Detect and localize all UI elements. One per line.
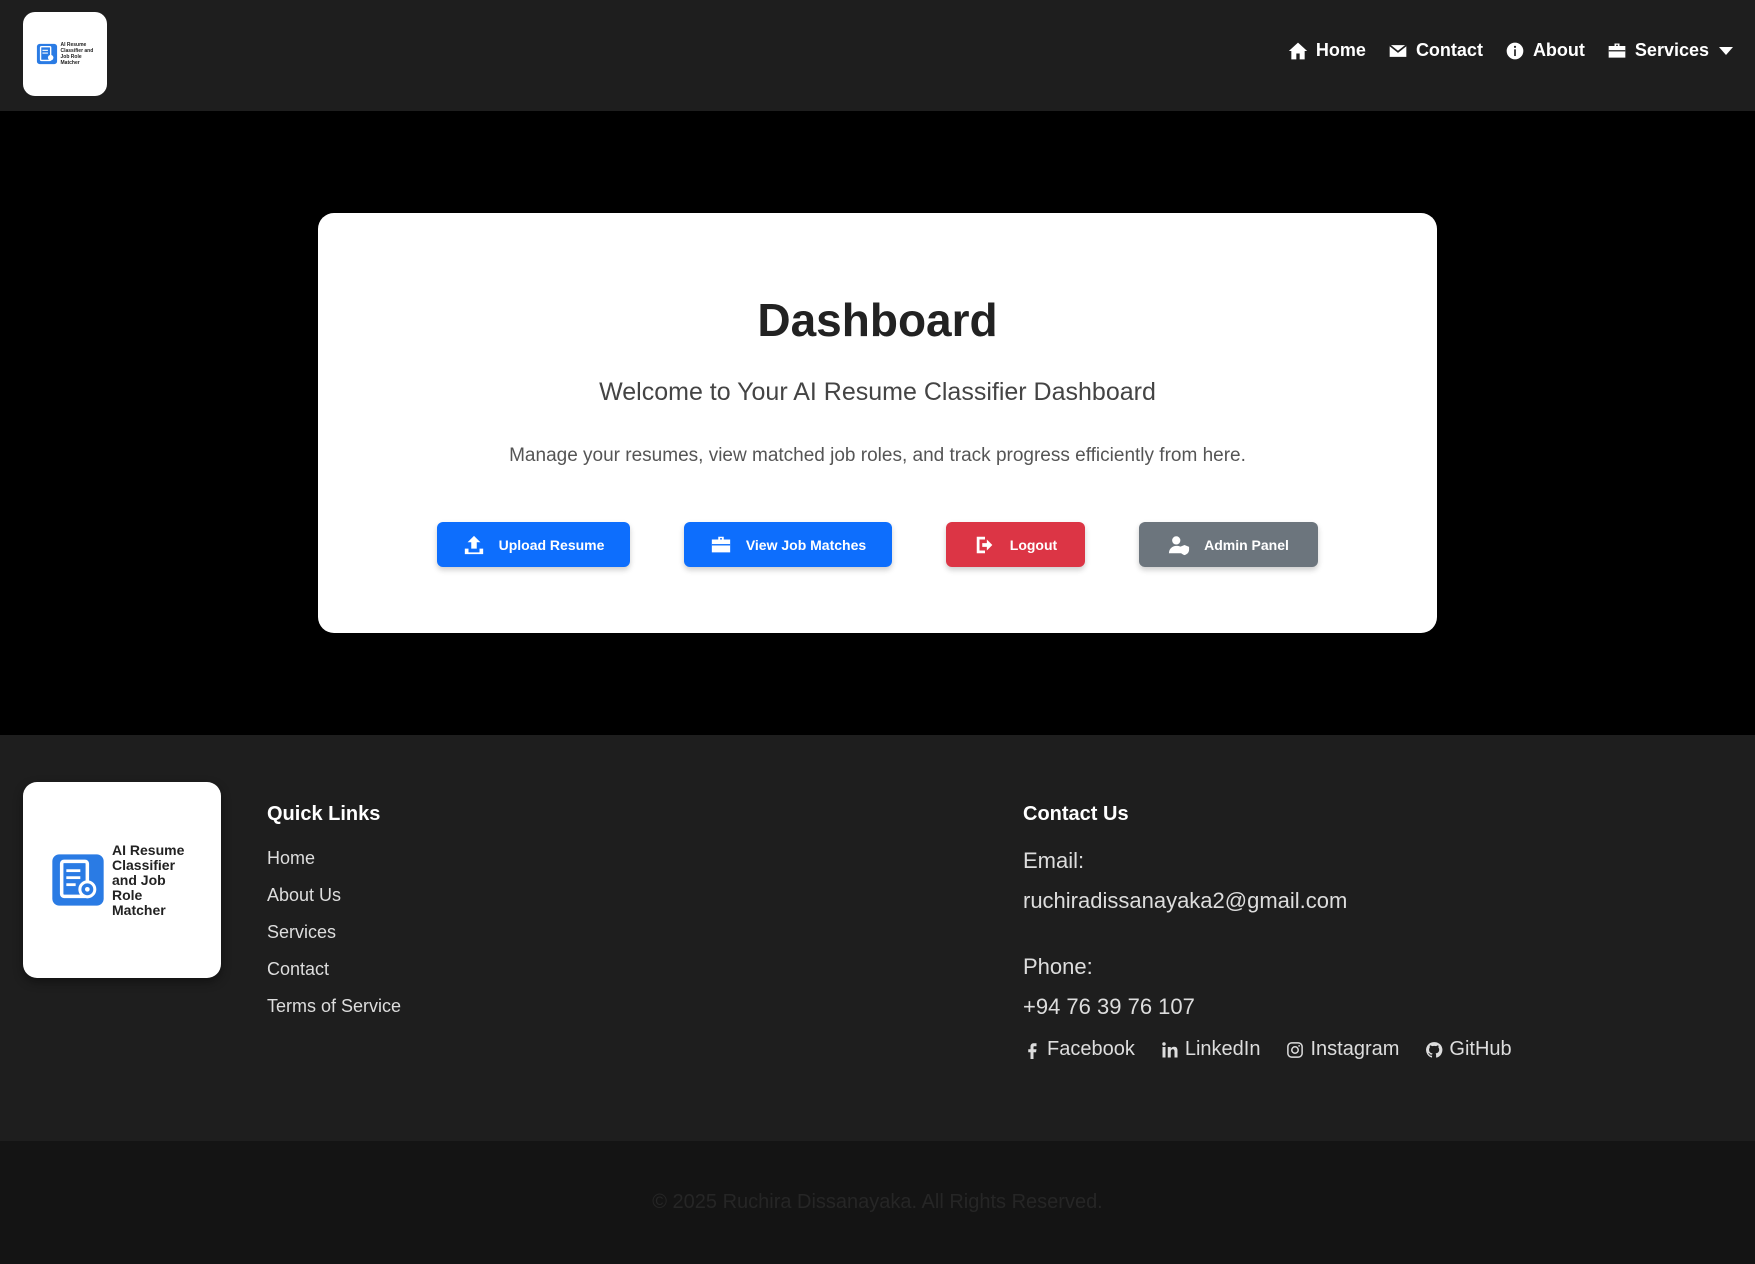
quick-link-home[interactable]: Home (267, 848, 401, 885)
nav-contact-link[interactable]: Contact (1388, 40, 1483, 61)
nav-contact-label: Contact (1415, 40, 1483, 60)
footer-logo: AI Resume Classifier and Job Role Matche… (23, 782, 221, 978)
nav-home-label: Home (1315, 40, 1366, 60)
phone-value: +94 76 39 76 107 (1023, 994, 1195, 1019)
github-label: GitHub (1449, 1038, 1512, 1060)
nav-logo[interactable]: AI Resume Classifier and Job Role Matche… (23, 12, 107, 96)
action-buttons: Upload Resume View Job Matches Logout Ad… (318, 522, 1437, 568)
phone-label: Phone: (1023, 954, 1093, 979)
quick-link-terms[interactable]: Terms of Service (267, 996, 401, 1033)
linkedin-link[interactable]: LinkedIn (1161, 1038, 1261, 1061)
dashboard-card: Dashboard Welcome to Your AI Resume Clas… (318, 213, 1437, 633)
nav-about-label: About (1532, 40, 1585, 60)
social-links: Facebook LinkedIn Instagram GitHub (1023, 1038, 1723, 1061)
instagram-link[interactable]: Instagram (1286, 1038, 1399, 1061)
user-shield-icon (1169, 535, 1190, 555)
nav-home-link[interactable]: Home (1288, 40, 1366, 61)
nav-logo-text: AI Resume Classifier and Job Role Matche… (60, 42, 94, 66)
view-job-matches-button[interactable]: View Job Matches (684, 522, 892, 567)
contact-section: Contact Us Email: ruchiradissanayaka2@gm… (1023, 803, 1723, 1061)
nav-services-dropdown[interactable]: Services (1607, 40, 1733, 61)
home-icon (1288, 42, 1308, 59)
upload-resume-button[interactable]: Upload Resume (437, 522, 630, 567)
nav-about-link[interactable]: About (1505, 40, 1585, 61)
quick-link-about[interactable]: About Us (267, 885, 401, 922)
resume-logo-icon (36, 43, 57, 65)
info-icon (1506, 42, 1524, 59)
briefcase-icon (1608, 43, 1626, 58)
resume-logo-icon (52, 854, 104, 906)
contact-title: Contact Us (1023, 803, 1129, 825)
facebook-icon (1028, 1042, 1037, 1059)
envelope-icon (1389, 44, 1407, 57)
quick-links-section: Quick Links Home About Us Services Conta… (267, 803, 401, 1033)
sign-out-icon (976, 536, 993, 553)
facebook-label: Facebook (1047, 1038, 1135, 1060)
email-label: Email: (1023, 848, 1085, 873)
dashboard-description: Manage your resumes, view matched job ro… (509, 445, 1246, 466)
upload-icon (464, 535, 483, 554)
copyright-bar: © 2025 Ruchira Dissanayaka. All Rights R… (0, 1141, 1755, 1264)
linkedin-label: LinkedIn (1184, 1038, 1261, 1060)
facebook-link[interactable]: Facebook (1023, 1038, 1135, 1061)
page-title: Dashboard (757, 294, 998, 346)
logout-label: Logout (1009, 536, 1058, 553)
admin-panel-label: Admin Panel (1204, 536, 1289, 553)
github-icon (1426, 1041, 1443, 1058)
view-job-matches-label: View Job Matches (745, 536, 867, 553)
quick-links-title: Quick Links (267, 803, 381, 825)
navbar: AI Resume Classifier and Job Role Matche… (0, 0, 1755, 111)
copyright-text: © 2025 Ruchira Dissanayaka. All Rights R… (652, 1191, 1103, 1213)
nav-services-label: Services (1634, 40, 1709, 60)
briefcase-icon (711, 536, 730, 552)
chevron-down-icon (1719, 46, 1733, 55)
logout-button[interactable]: Logout (946, 522, 1085, 567)
github-link[interactable]: GitHub (1425, 1038, 1512, 1061)
footer-logo-text: AI Resume Classifier and Job Role Matche… (112, 841, 185, 918)
nav-links: Home Contact About Services (1288, 40, 1733, 61)
quick-link-services[interactable]: Services (267, 922, 401, 959)
admin-panel-button[interactable]: Admin Panel (1139, 522, 1318, 567)
instagram-label: Instagram (1310, 1038, 1400, 1060)
quick-links-list: Home About Us Services Contact Terms of … (267, 848, 401, 1033)
linkedin-icon (1162, 1041, 1178, 1057)
instagram-icon (1287, 1041, 1304, 1058)
upload-resume-label: Upload Resume (498, 536, 605, 553)
email-value[interactable]: ruchiradissanayaka2@gmail.com (1023, 888, 1723, 914)
welcome-subtitle: Welcome to Your AI Resume Classifier Das… (599, 378, 1156, 406)
footer: AI Resume Classifier and Job Role Matche… (0, 735, 1755, 1141)
quick-link-contact[interactable]: Contact (267, 959, 401, 996)
